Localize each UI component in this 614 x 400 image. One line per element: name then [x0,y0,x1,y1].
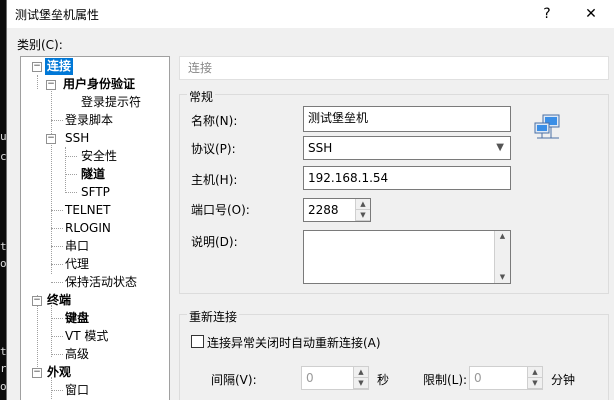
tree-item-auth[interactable]: 用户身份验证 [63,76,135,93]
tree-item-ssh[interactable]: SSH [65,130,89,147]
limit-input[interactable]: 0 ▲ ▼ [469,366,543,390]
collapse-icon[interactable]: − [32,368,42,378]
collapse-icon[interactable]: − [46,80,56,90]
tree-item-proxy[interactable]: 代理 [65,256,89,273]
interval-label: 间隔(V): [211,373,257,387]
interval-unit: 秒 [377,373,390,387]
network-computer-icon [534,114,560,139]
panel-header: 连接 [179,56,609,80]
tree-item-serial[interactable]: 串口 [65,238,89,255]
limit-label: 限制(L): [423,373,468,387]
collapse-icon[interactable]: − [32,62,42,72]
host-input[interactable]: 192.168.1.54 [303,166,511,190]
scroll-down-icon[interactable]: ▼ [495,257,510,283]
protocol-selected: SSH [308,141,333,155]
interval-input[interactable]: 0 ▲ ▼ [301,366,369,390]
category-tree[interactable]: − 连接 − 用户身份验证 登录提示符 登录脚本 − SSH 安全性 隧道 SF… [20,56,170,400]
limit-unit: 分钟 [551,373,576,387]
tree-item-terminal[interactable]: 终端 [47,292,71,309]
tree-item-login-script[interactable]: 登录脚本 [65,112,113,129]
port-label: 端口号(O): [191,203,250,217]
protocol-select[interactable]: SSH ▼ [303,136,511,160]
spin-up-icon[interactable]: ▲ [356,199,370,210]
tree-item-connection[interactable]: 连接 [45,58,74,75]
tree-item-advanced[interactable]: 高级 [65,346,89,363]
interval-spinner[interactable]: ▲ ▼ [353,367,368,389]
limit-spinner[interactable]: ▲ ▼ [527,367,542,389]
tree-item-login-prompt[interactable]: 登录提示符 [81,94,141,111]
port-spinner[interactable]: ▲ ▼ [355,199,370,221]
name-label: 名称(N): [191,114,238,128]
host-label: 主机(H): [191,173,238,187]
collapse-icon[interactable]: − [46,134,56,144]
scroll-up-icon[interactable]: ▲ [495,231,510,257]
spin-down-icon[interactable]: ▼ [354,378,368,389]
spin-down-icon[interactable]: ▼ [528,378,542,389]
help-button[interactable]: ? [532,2,562,26]
collapse-icon[interactable]: − [32,296,42,306]
tree-item-vt-mode[interactable]: VT 模式 [65,328,108,345]
spin-down-icon[interactable]: ▼ [356,210,370,221]
tree-item-tunnel[interactable]: 隧道 [81,166,105,183]
chevron-down-icon: ▼ [496,142,504,153]
window-title: 测试堡垒机属性 [15,8,100,22]
tree-item-keyboard[interactable]: 键盘 [65,310,89,327]
title-bar: 测试堡垒机属性 ? ✕ [7,0,614,28]
description-label: 说明(D): [191,235,238,249]
tree-item-window[interactable]: 窗口 [65,382,89,399]
tree-item-security[interactable]: 安全性 [81,148,117,165]
general-group-title: 常规 [187,88,216,105]
protocol-label: 协议(P): [191,142,236,156]
category-label: 类别(C): [17,38,63,52]
tree-item-appearance[interactable]: 外观 [47,364,71,381]
port-value: 2288 [308,203,339,217]
description-scrollbar[interactable]: ▲ ▼ [494,231,510,283]
tree-item-keepalive[interactable]: 保持活动状态 [65,274,137,291]
tree-item-sftp[interactable]: SFTP [81,184,110,201]
reconnect-group-title: 重新连接 [187,308,240,325]
name-input[interactable]: 测试堡垒机 [303,106,511,132]
tree-item-rlogin[interactable]: RLOGIN [65,220,111,237]
tree-item-telnet[interactable]: TELNET [65,202,111,219]
auto-reconnect-label[interactable]: 连接异常关闭时自动重新连接(A) [207,334,381,351]
spin-up-icon[interactable]: ▲ [528,367,542,378]
description-textarea[interactable]: ▲ ▼ [303,230,511,284]
interval-value: 0 [306,371,314,385]
spin-up-icon[interactable]: ▲ [354,367,368,378]
auto-reconnect-checkbox[interactable] [191,335,204,348]
close-button[interactable]: ✕ [576,2,606,26]
port-input[interactable]: 2288 ▲ ▼ [303,198,371,222]
limit-value: 0 [474,371,482,385]
session-properties-dialog: 测试堡垒机属性 ? ✕ 类别(C): − 连接 − 用户身份验证 登录提示符 登… [6,0,614,400]
